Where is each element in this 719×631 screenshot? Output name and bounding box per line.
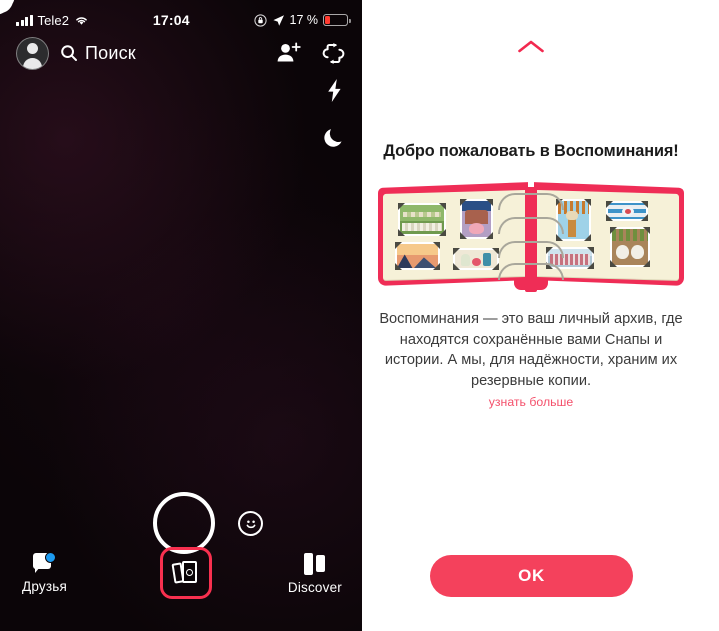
nav-friends-label: Друзья <box>22 579 67 594</box>
smiley-lenses-icon[interactable] <box>238 511 263 536</box>
album-photo <box>606 201 648 221</box>
camera-top-bar: Поиск <box>0 33 362 73</box>
learn-more-link[interactable]: узнать больше <box>362 395 700 409</box>
chat-bubble-icon <box>32 552 56 574</box>
memories-welcome-sheet: Добро пожаловать в Воспоминания! Воспоми… <box>362 9 700 621</box>
add-friend-icon[interactable] <box>276 42 301 64</box>
bottom-navigation-bar: Друзья Discover <box>0 547 362 613</box>
album-photo <box>395 242 440 270</box>
status-bar-right: 17 % <box>253 13 363 27</box>
moon-night-mode-icon[interactable] <box>324 126 345 149</box>
chevron-up-icon[interactable] <box>517 39 545 54</box>
album-photo <box>460 199 493 239</box>
status-bar-clock: 17:04 <box>152 12 190 28</box>
unread-badge-dot <box>44 552 56 563</box>
discover-cards-icon <box>304 553 326 575</box>
top-bar-actions <box>276 42 362 65</box>
search-icon <box>61 45 77 61</box>
flash-icon[interactable] <box>325 78 344 103</box>
album-photo <box>610 227 650 267</box>
rotation-lock-icon <box>253 13 267 27</box>
memories-cards-icon <box>171 561 199 585</box>
nav-discover-label: Discover <box>287 580 342 595</box>
search-button[interactable]: Поиск <box>60 43 136 64</box>
screenshot-root: Tele2 17:04 17 % Поиск Друзья Discover Д… <box>0 0 719 631</box>
wifi-icon <box>76 17 87 25</box>
shutter-button[interactable] <box>153 492 215 554</box>
nav-item-friends[interactable]: Друзья <box>22 552 67 594</box>
album-photo <box>453 248 499 270</box>
photo-album-illustration <box>378 179 684 294</box>
location-arrow-icon <box>272 14 284 26</box>
snapchat-camera-screen: Tele2 17:04 17 % Поиск Друзья Discover <box>0 0 362 631</box>
nav-item-memories[interactable] <box>160 547 212 599</box>
profile-avatar[interactable] <box>16 36 49 70</box>
search-label: Поиск <box>85 42 136 63</box>
camera-side-controls <box>324 78 345 149</box>
battery-low-icon <box>323 14 351 26</box>
page-title: Добро пожаловать в Воспоминания! <box>383 142 679 160</box>
carrier-label: Tele2 <box>37 12 70 28</box>
flip-camera-icon[interactable] <box>322 42 345 65</box>
cellular-signal-icon <box>16 14 33 26</box>
battery-percent-label: 17 % <box>289 13 319 27</box>
album-photo <box>398 203 446 236</box>
album-spiral-rings <box>498 193 564 285</box>
nav-item-discover[interactable]: Discover <box>288 553 342 595</box>
description-text: Воспоминания — это ваш личный архив, где… <box>379 311 683 389</box>
status-bar: Tele2 17:04 17 % <box>0 9 362 31</box>
status-bar-left: Tele2 <box>0 13 89 28</box>
ok-button[interactable]: OK <box>430 555 633 597</box>
